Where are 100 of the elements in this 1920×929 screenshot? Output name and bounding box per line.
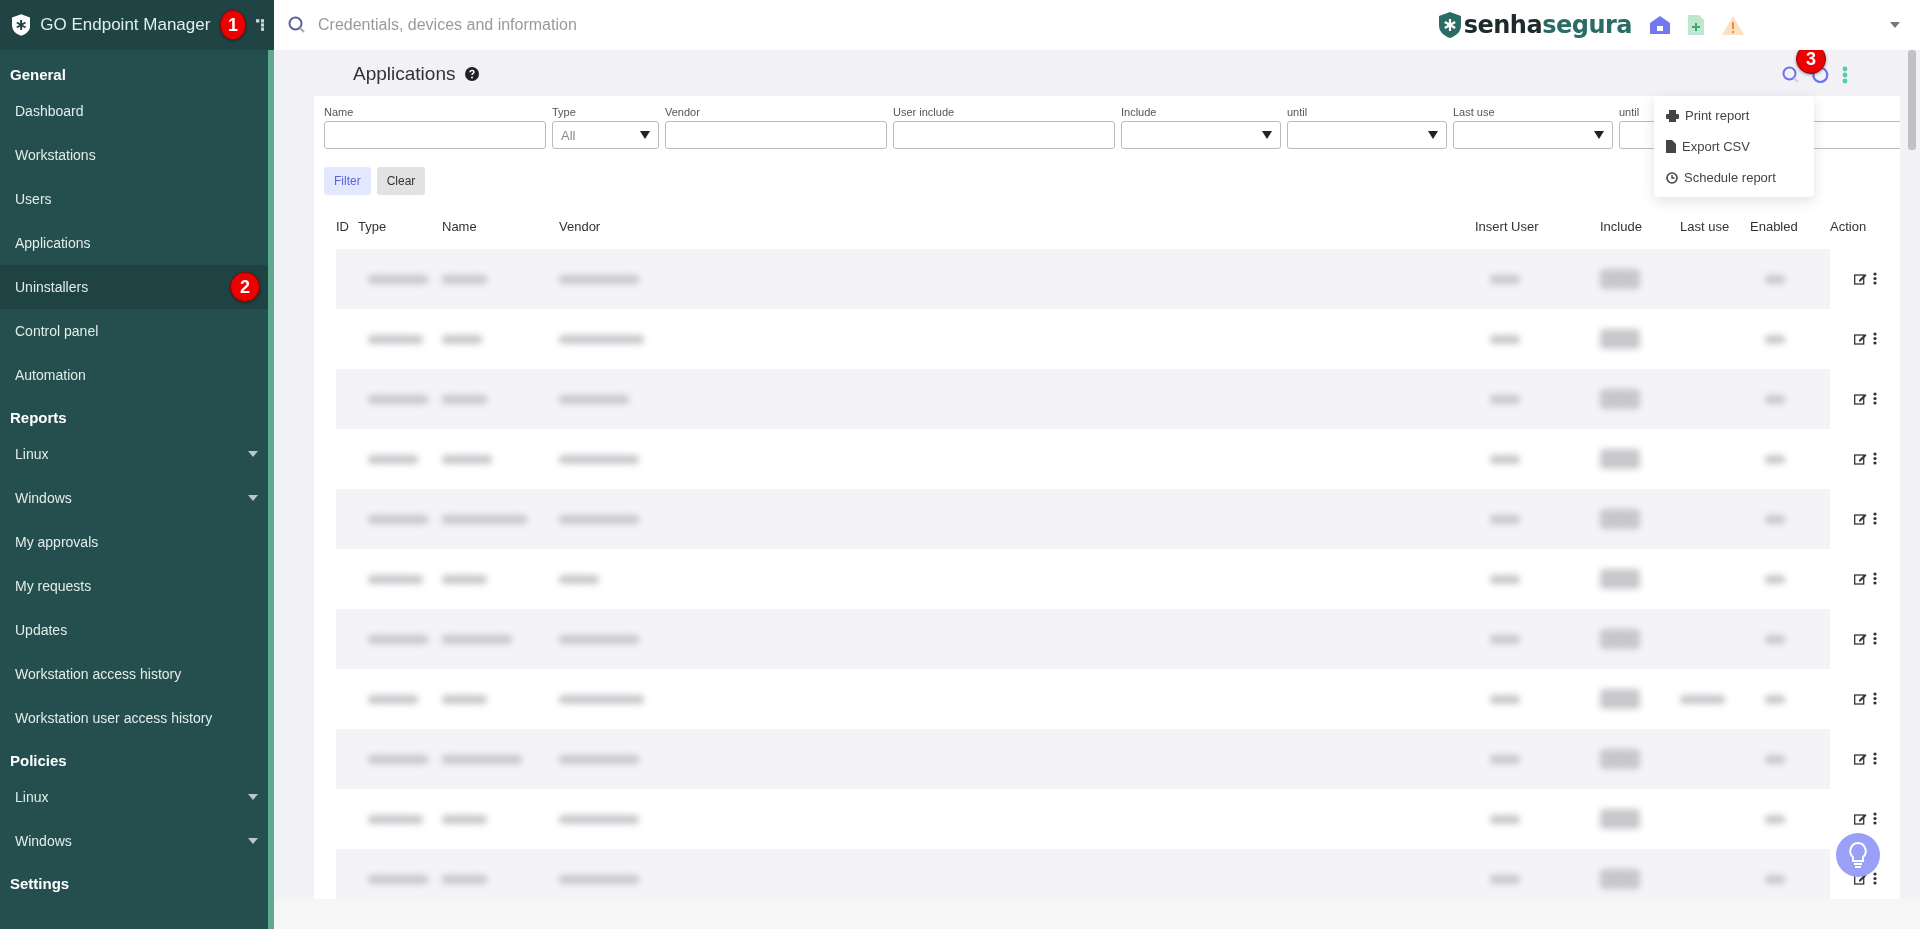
caret-icon [248, 794, 258, 800]
nav-item[interactable]: Windows [0, 819, 268, 863]
kebab-menu-icon[interactable] [1872, 572, 1877, 585]
menu-item[interactable]: Schedule report [1654, 162, 1814, 193]
blurred-text [1490, 754, 1520, 764]
nav-item[interactable]: Control panel [0, 309, 268, 353]
blurred-text [1680, 694, 1725, 704]
field-label: Include [1121, 106, 1157, 120]
blurred-text [1600, 329, 1640, 349]
nav-item[interactable]: Users [0, 177, 268, 221]
blurred-text [442, 454, 492, 464]
search-field[interactable]: Credentials, devices and information [316, 15, 820, 35]
blurred-text [559, 394, 629, 404]
nav-item[interactable]: Workstation user access history [0, 696, 268, 740]
help-icon[interactable] [465, 67, 480, 81]
input-field[interactable] [893, 121, 1115, 149]
menu-item[interactable]: Export CSV [1654, 131, 1814, 162]
field-label: Vendor [665, 106, 700, 120]
column-header: Last use [1680, 218, 1731, 234]
menu-toggle-icon[interactable] [255, 18, 264, 32]
kebab-menu-icon[interactable] [1872, 872, 1877, 885]
home-icon[interactable] [1650, 16, 1670, 34]
nav-item[interactable]: Updates [0, 608, 268, 652]
callout-badge: 1 [220, 10, 246, 40]
brand-logo: senhasegura [1438, 11, 1632, 39]
scrollbar-thumb[interactable] [1908, 50, 1916, 150]
blurred-text [442, 574, 487, 584]
blurred-text [368, 694, 418, 704]
blurred-text [368, 754, 428, 764]
column-header: ID [336, 218, 350, 234]
select-field[interactable] [1453, 121, 1613, 149]
blurred-text [559, 574, 599, 584]
dropdown-arrow-icon [1262, 131, 1272, 139]
blurred-text [1600, 449, 1640, 469]
blurred-text [1600, 809, 1640, 829]
edit-icon[interactable] [1853, 632, 1867, 645]
blurred-text [1490, 334, 1520, 344]
edit-icon[interactable] [1853, 272, 1867, 285]
file-plus-icon[interactable] [1688, 15, 1704, 35]
field-label: Name [324, 106, 354, 120]
menu-item[interactable]: Print report [1654, 100, 1814, 131]
nav-item[interactable]: Windows [0, 476, 268, 520]
nav-item[interactable]: Workstation access history [0, 652, 268, 696]
kebab-menu-icon[interactable] [1872, 752, 1877, 765]
kebab-menu-icon[interactable] [1872, 692, 1877, 705]
search-icon[interactable] [1782, 66, 1800, 84]
nav-item[interactable]: Linux [0, 775, 268, 819]
blurred-text [1490, 274, 1520, 284]
filter-button[interactable]: Filter [324, 167, 371, 195]
blurred-text [368, 874, 428, 884]
blurred-text [442, 274, 487, 284]
nav-item[interactable]: Dashboard [0, 89, 268, 133]
edit-icon[interactable] [1853, 392, 1867, 405]
blurred-text [442, 694, 487, 704]
select-field[interactable]: All [552, 121, 659, 149]
kebab-menu-icon[interactable] [1872, 392, 1877, 405]
column-header: Action [1830, 218, 1868, 234]
edit-icon[interactable] [1853, 752, 1867, 765]
nav-item[interactable]: Applications [0, 221, 268, 265]
edit-icon[interactable] [1853, 692, 1867, 705]
edit-icon[interactable] [1853, 452, 1867, 465]
select-field[interactable] [1287, 121, 1447, 149]
field-label: until [1287, 106, 1308, 120]
clear-button[interactable]: Clear [376, 167, 426, 195]
input-field[interactable] [324, 121, 546, 149]
select-field[interactable] [1121, 121, 1281, 149]
blurred-text [1600, 509, 1640, 529]
kebab-menu-icon[interactable] [1872, 812, 1877, 825]
nav-item[interactable]: Automation [0, 353, 268, 397]
field-label: Last use [1453, 106, 1495, 120]
edit-icon[interactable] [1853, 572, 1867, 585]
nav-item[interactable]: My approvals [0, 520, 268, 564]
caret-icon [248, 838, 258, 844]
kebab-menu-icon[interactable] [1872, 272, 1877, 285]
nav-item[interactable]: Uninstallers 2 [0, 265, 268, 309]
section-heading: Settings [9, 874, 71, 894]
edit-icon[interactable] [1853, 512, 1867, 525]
blurred-text [1765, 394, 1785, 404]
nav-item[interactable]: Workstations [0, 133, 268, 177]
blurred-text [442, 874, 487, 884]
blurred-text [1765, 754, 1785, 764]
kebab-menu-icon[interactable] [1872, 512, 1877, 525]
kebab-menu-icon[interactable] [1872, 632, 1877, 645]
column-header: Insert User [1475, 218, 1540, 234]
edit-icon[interactable] [1853, 332, 1867, 345]
blurred-text [1600, 569, 1640, 589]
edit-icon[interactable] [1853, 812, 1867, 825]
input-field[interactable] [665, 121, 887, 149]
blurred-text [1490, 874, 1520, 884]
kebab-menu-icon[interactable] [1872, 332, 1877, 345]
blurred-text [368, 814, 423, 824]
blurred-text [368, 334, 423, 344]
shield-logo-icon [12, 12, 31, 38]
nav-item[interactable]: My requests [0, 564, 268, 608]
kebab-menu-icon[interactable] [1872, 452, 1877, 465]
user-menu-caret-icon[interactable] [1890, 22, 1900, 28]
blurred-text [1600, 389, 1640, 409]
blurred-text [1765, 694, 1785, 704]
blurred-text [368, 574, 423, 584]
nav-item[interactable]: Linux [0, 432, 268, 476]
